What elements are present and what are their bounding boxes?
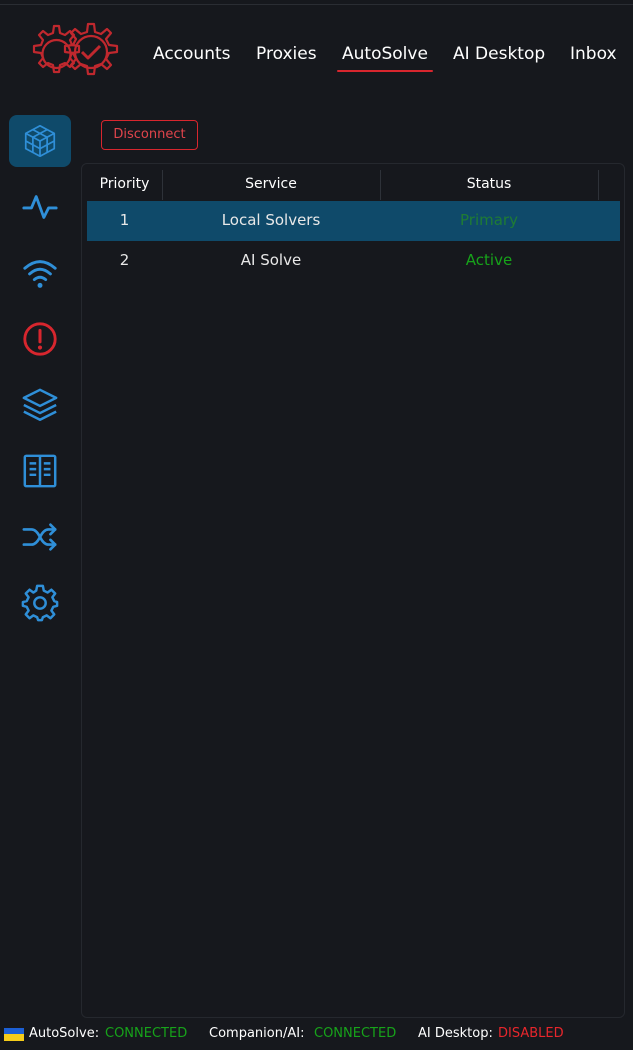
companion-status-value: CONNECTED bbox=[314, 1026, 397, 1041]
nav-ai-desktop[interactable]: AI Desktop bbox=[453, 42, 545, 66]
activity-icon bbox=[22, 195, 58, 219]
shuffle-icon bbox=[22, 523, 57, 551]
companion-status-label: Companion/AI: bbox=[209, 1026, 305, 1041]
ukraine-flag-icon bbox=[4, 1028, 24, 1041]
services-panel bbox=[81, 163, 625, 1018]
sidebar-item-alerts[interactable] bbox=[9, 313, 71, 365]
nav-inbox[interactable]: Inbox bbox=[570, 42, 617, 66]
cube-grid-icon bbox=[24, 124, 56, 158]
cell-priority: 1 bbox=[119, 211, 130, 229]
sidebar-item-shuffle[interactable] bbox=[9, 511, 71, 563]
cell-status: Active bbox=[465, 251, 513, 269]
table-row[interactable]: 1 Local Solvers Primary bbox=[87, 201, 620, 241]
table-header: Priority Service Status bbox=[87, 168, 620, 201]
cell-service: AI Solve bbox=[240, 251, 302, 269]
cell-service: Local Solvers bbox=[221, 211, 321, 229]
alert-circle-icon bbox=[23, 322, 57, 356]
column-divider[interactable] bbox=[598, 170, 599, 200]
column-header-service[interactable]: Service bbox=[162, 168, 380, 201]
gear-check-logo-icon bbox=[32, 22, 119, 76]
column-header-status[interactable]: Status bbox=[380, 168, 598, 201]
sidebar-item-layers[interactable] bbox=[9, 379, 71, 431]
cell-status: Primary bbox=[460, 211, 518, 229]
sidebar-item-proxies[interactable] bbox=[9, 247, 71, 299]
sidebar-item-settings[interactable] bbox=[9, 577, 71, 629]
column-header-priority[interactable]: Priority bbox=[87, 168, 162, 201]
app-logo bbox=[24, 20, 126, 88]
autosolve-status-label: AutoSolve: bbox=[29, 1026, 100, 1041]
layers-icon bbox=[22, 388, 58, 421]
table-row[interactable]: 2 AI Solve Active bbox=[87, 241, 620, 281]
cell-priority: 2 bbox=[119, 251, 130, 269]
disconnect-button[interactable]: Disconnect bbox=[101, 120, 198, 150]
gear-icon bbox=[21, 584, 59, 622]
aidesktop-status-value: DISABLED bbox=[498, 1026, 564, 1041]
sidebar-item-guides[interactable] bbox=[9, 445, 71, 497]
aidesktop-status-label: AI Desktop: bbox=[418, 1026, 493, 1041]
nav-autosolve[interactable]: AutoSolve bbox=[337, 42, 433, 72]
nav-proxies[interactable]: Proxies bbox=[256, 42, 317, 66]
wifi-icon bbox=[23, 260, 57, 288]
services-table: Priority Service Status 1 Local Solvers … bbox=[87, 168, 620, 281]
nav-accounts[interactable]: Accounts bbox=[153, 42, 231, 66]
top-divider bbox=[0, 4, 633, 5]
autosolve-status-value: CONNECTED bbox=[105, 1026, 188, 1041]
book-icon bbox=[23, 454, 57, 488]
sidebar-item-autosolve[interactable] bbox=[9, 115, 71, 167]
sidebar-item-activity[interactable] bbox=[9, 181, 71, 233]
